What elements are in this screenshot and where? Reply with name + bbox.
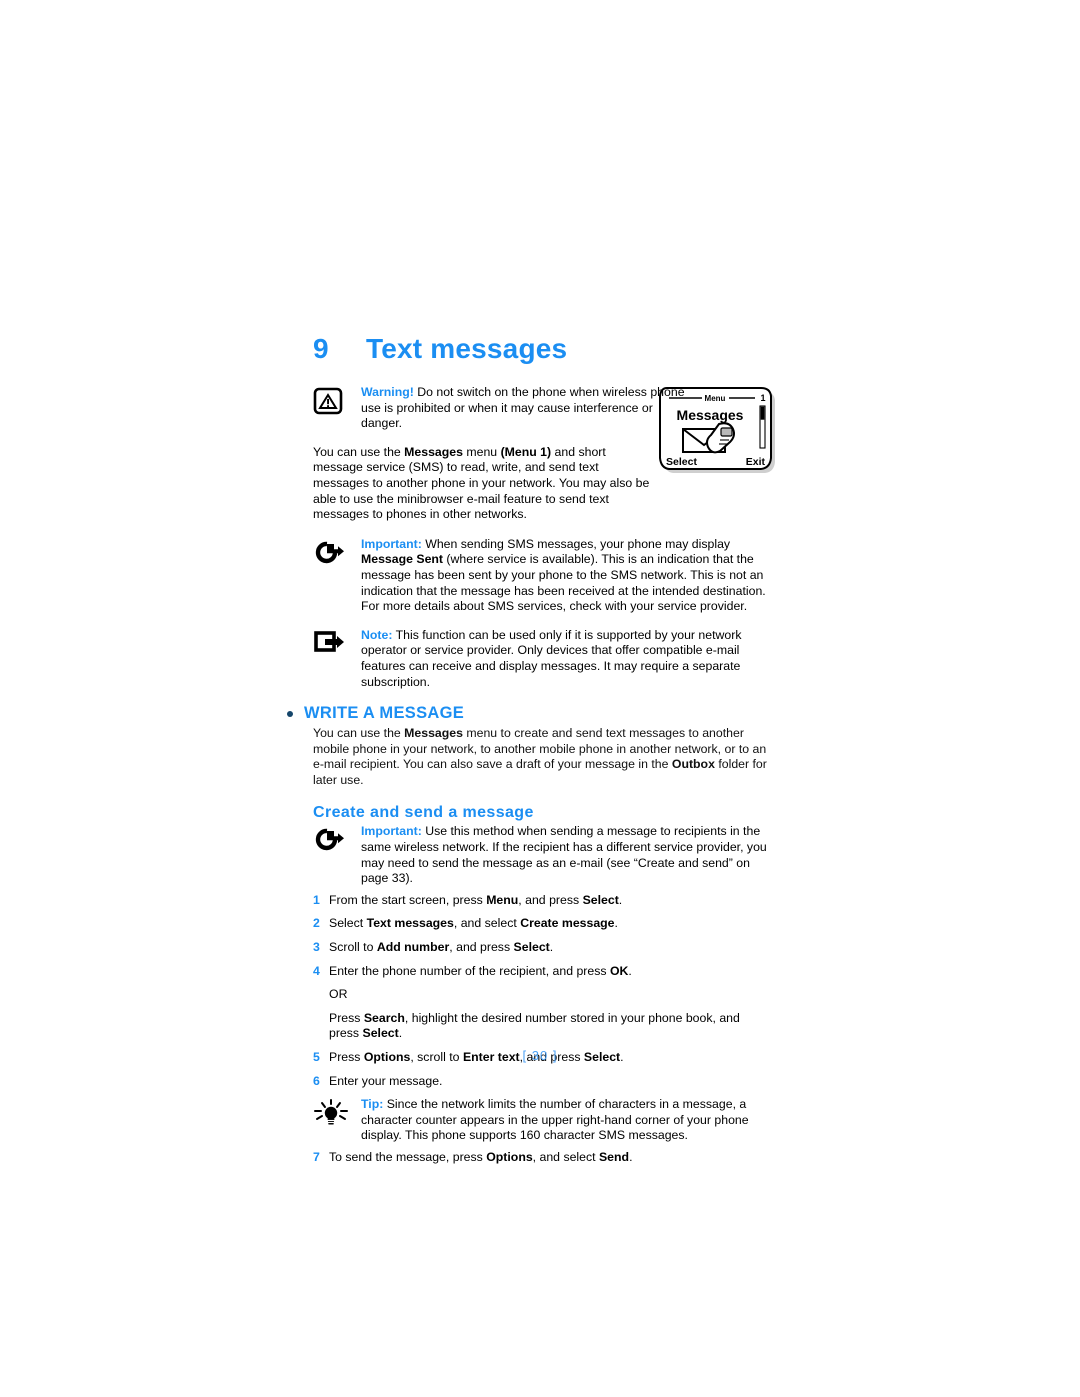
- step-number: 4: [313, 963, 320, 978]
- step-emphasis: Create message: [520, 916, 615, 931]
- step-emphasis: Select: [362, 1026, 399, 1041]
- step-fragment: .: [549, 940, 554, 955]
- step-text: Select Text messages, and select Create …: [329, 916, 773, 932]
- step-fragment: Press: [329, 1010, 364, 1025]
- step-text: OR: [329, 987, 773, 1003]
- step-fragment: Enter your message.: [329, 1073, 443, 1088]
- important-block-1: Important: When sending SMS messages, yo…: [313, 537, 773, 615]
- chapter-number: 9: [313, 333, 329, 364]
- important-body-2: Use this method when sending a message t…: [361, 824, 767, 886]
- intro-paragraph: You can use the Messages menu (Menu 1) a…: [313, 445, 653, 523]
- important-text-2: Important: Use this method when sending …: [361, 824, 773, 886]
- section-part1: You can use the: [313, 726, 405, 741]
- step-item: 1 From the start screen, press Menu, and …: [313, 893, 773, 909]
- step-emphasis: Text messages: [366, 916, 454, 931]
- section-title: WRITE A MESSAGE: [304, 704, 465, 723]
- section-bullet-icon: [287, 710, 293, 717]
- warning-triangle-icon: [313, 385, 361, 420]
- step-text: Press Search, highlight the desired numb…: [329, 1011, 773, 1042]
- step-emphasis: Options: [486, 1149, 533, 1164]
- step-number: 6: [313, 1073, 320, 1088]
- note-body-1: This function can be used only if it is …: [361, 627, 742, 689]
- tip-text: Tip: Since the network limits the number…: [361, 1097, 773, 1144]
- step-item: OR: [313, 987, 773, 1003]
- step-emphasis: Menu: [486, 892, 519, 907]
- step-number: 7: [313, 1149, 320, 1164]
- step-fragment: From the start screen, press: [329, 892, 487, 907]
- step-fragment: , and select: [532, 1149, 599, 1164]
- subsection-title: Create and send a message: [313, 804, 534, 822]
- step-item: 4 Enter the phone number of the recipient…: [313, 964, 773, 980]
- step-fragment: , and select: [453, 916, 521, 931]
- step-item: Press Search, highlight the desired numb…: [313, 1011, 773, 1042]
- important-part1: When sending SMS messages, your phone ma…: [421, 536, 731, 551]
- document-page: Menu 1 Messages Select Exit 9 Text messa…: [0, 0, 1080, 1397]
- warning-label: Warning!: [361, 385, 414, 399]
- final-step-list: 7 To send the message, press Options, and…: [313, 1150, 773, 1166]
- step-emphasis: Select: [582, 892, 619, 907]
- important-arrow-icon: [313, 537, 361, 570]
- important-bold1: Message Sent: [361, 552, 444, 567]
- step-fragment: Enter the phone number of the recipient,…: [329, 963, 610, 978]
- step-text: To send the message, press Options, and …: [329, 1150, 773, 1166]
- step-fragment: Select: [329, 916, 367, 931]
- lightbulb-tip-icon: [313, 1097, 361, 1132]
- step-fragment: , and press: [449, 940, 514, 955]
- intro-part2: menu: [462, 444, 501, 459]
- step-text: Enter the phone number of the recipient,…: [329, 964, 773, 980]
- step-text: Enter your message.: [329, 1074, 773, 1090]
- step-emphasis: Select: [513, 940, 550, 955]
- chapter-title: Text messages: [366, 333, 568, 364]
- step-emphasis: Send: [598, 1149, 630, 1164]
- page-number-footer: [ 30 ]: [522, 1048, 558, 1063]
- step-fragment: OR: [329, 987, 348, 1002]
- important-label-2: Important:: [361, 824, 422, 839]
- note-block-1: Note: This function can be used only if …: [313, 628, 773, 690]
- step-fragment: To send the message, press: [329, 1149, 487, 1164]
- step-text: From the start screen, press Menu, and p…: [329, 893, 773, 909]
- step-item: 3 Scroll to Add number, and press Select.: [313, 940, 773, 956]
- step-emphasis: Search: [363, 1010, 405, 1025]
- step-fragment: .: [628, 963, 632, 978]
- note-text-1: Note: This function can be used only if …: [361, 628, 773, 690]
- step-item: 6 Enter your message.: [313, 1074, 773, 1090]
- section-paragraph: You can use the Messages menu to create …: [313, 726, 773, 788]
- important-block-2: Important: Use this method when sending …: [313, 824, 773, 886]
- tip-label: Tip:: [361, 1097, 384, 1112]
- page-title: 9 Text messages: [313, 333, 773, 365]
- step-item: 2 Select Text messages, and select Create…: [313, 916, 773, 932]
- warning-block: Warning! Do not switch on the phone when…: [313, 385, 773, 432]
- tip-block: Tip: Since the network limits the number…: [313, 1097, 773, 1144]
- step-fragment: , and press: [518, 892, 583, 907]
- step-text: Scroll to Add number, and press Select.: [329, 940, 773, 956]
- important-arrow-icon: [313, 824, 361, 857]
- intro-bold1: Messages: [404, 444, 463, 459]
- step-fragment: .: [629, 1149, 633, 1164]
- note-label-1: Note:: [361, 627, 393, 642]
- section-bold2: Outbox: [671, 757, 715, 772]
- step-emphasis: OK: [609, 963, 629, 978]
- step-number: 3: [313, 940, 320, 955]
- step-fragment: Scroll to: [329, 940, 377, 955]
- step-emphasis: Add number: [376, 940, 450, 955]
- section-heading-write-a-message: WRITE A MESSAGE: [287, 704, 773, 723]
- important-text-1: Important: When sending SMS messages, yo…: [361, 537, 773, 615]
- step-fragment: .: [618, 892, 623, 907]
- warning-text: Warning! Do not switch on the phone when…: [361, 385, 691, 432]
- step-fragment: .: [614, 916, 618, 931]
- section-bold1: Messages: [404, 726, 463, 741]
- note-square-arrow-icon: [313, 628, 361, 659]
- intro-part1: You can use the: [313, 444, 405, 459]
- step-item: 7 To send the message, press Options, and…: [313, 1150, 773, 1166]
- intro-bold2: (Menu 1): [500, 444, 552, 459]
- step-fragment: .: [398, 1026, 403, 1041]
- important-label-1: Important:: [361, 536, 422, 551]
- tip-body: Since the network limits the number of c…: [361, 1097, 749, 1143]
- step-number: 1: [313, 892, 320, 907]
- step-number: 2: [313, 916, 320, 931]
